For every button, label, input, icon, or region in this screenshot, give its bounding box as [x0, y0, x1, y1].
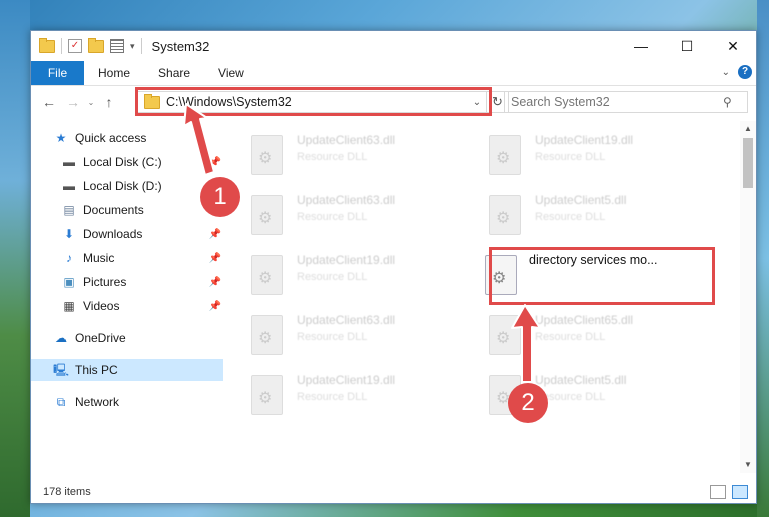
step-badge-1: 1	[200, 177, 240, 217]
arrow-2	[511, 304, 541, 383]
step-badge-2: 2	[508, 383, 548, 423]
arrow-1	[183, 103, 215, 176]
tutorial-arrows	[183, 103, 541, 383]
